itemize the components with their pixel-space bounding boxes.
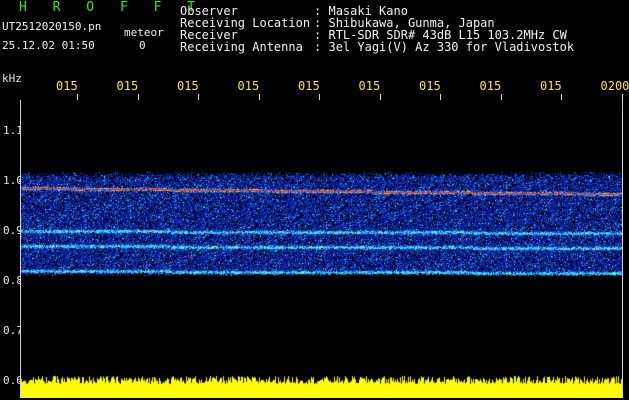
spectrogram-canvas [20,100,623,398]
file-name: UT2512020150.pn [2,20,102,33]
time-tick-label: 015 [177,79,199,93]
time-tick-label: 015 [419,79,441,93]
mode-label: meteor [124,26,164,39]
time-tick-label: 0200 [600,79,629,93]
time-tick-label: 015 [479,79,502,93]
time-tick-label: 015 [237,79,260,93]
time-tick-label: 015 [358,79,381,93]
date-time: 25.12.02 01:50 [2,39,95,52]
app-title: H R O F F T [19,0,205,15]
antenna-key: Receiving Antenna [180,40,303,54]
y-unit-label: kHz [2,72,22,85]
frame-counter: 0 [139,39,146,52]
time-tick-label: 015 [56,79,78,93]
antenna-row: Receiving Antenna: 3el Yagi(V) Az 330 fo… [180,41,574,53]
right-border-line [622,100,623,398]
antenna-sep: : [314,40,322,54]
y-axis-line [20,100,21,398]
time-tick-label: 015 [540,79,562,93]
station-info: Observer: Masaki Kano Receiving Location… [180,5,574,53]
spectrogram-plot [20,100,623,398]
antenna-value: 3el Yagi(V) Az 330 for Vladivostok [328,40,575,54]
time-tick-label: 015 [298,79,320,93]
time-tick-label: 015 [116,79,139,93]
